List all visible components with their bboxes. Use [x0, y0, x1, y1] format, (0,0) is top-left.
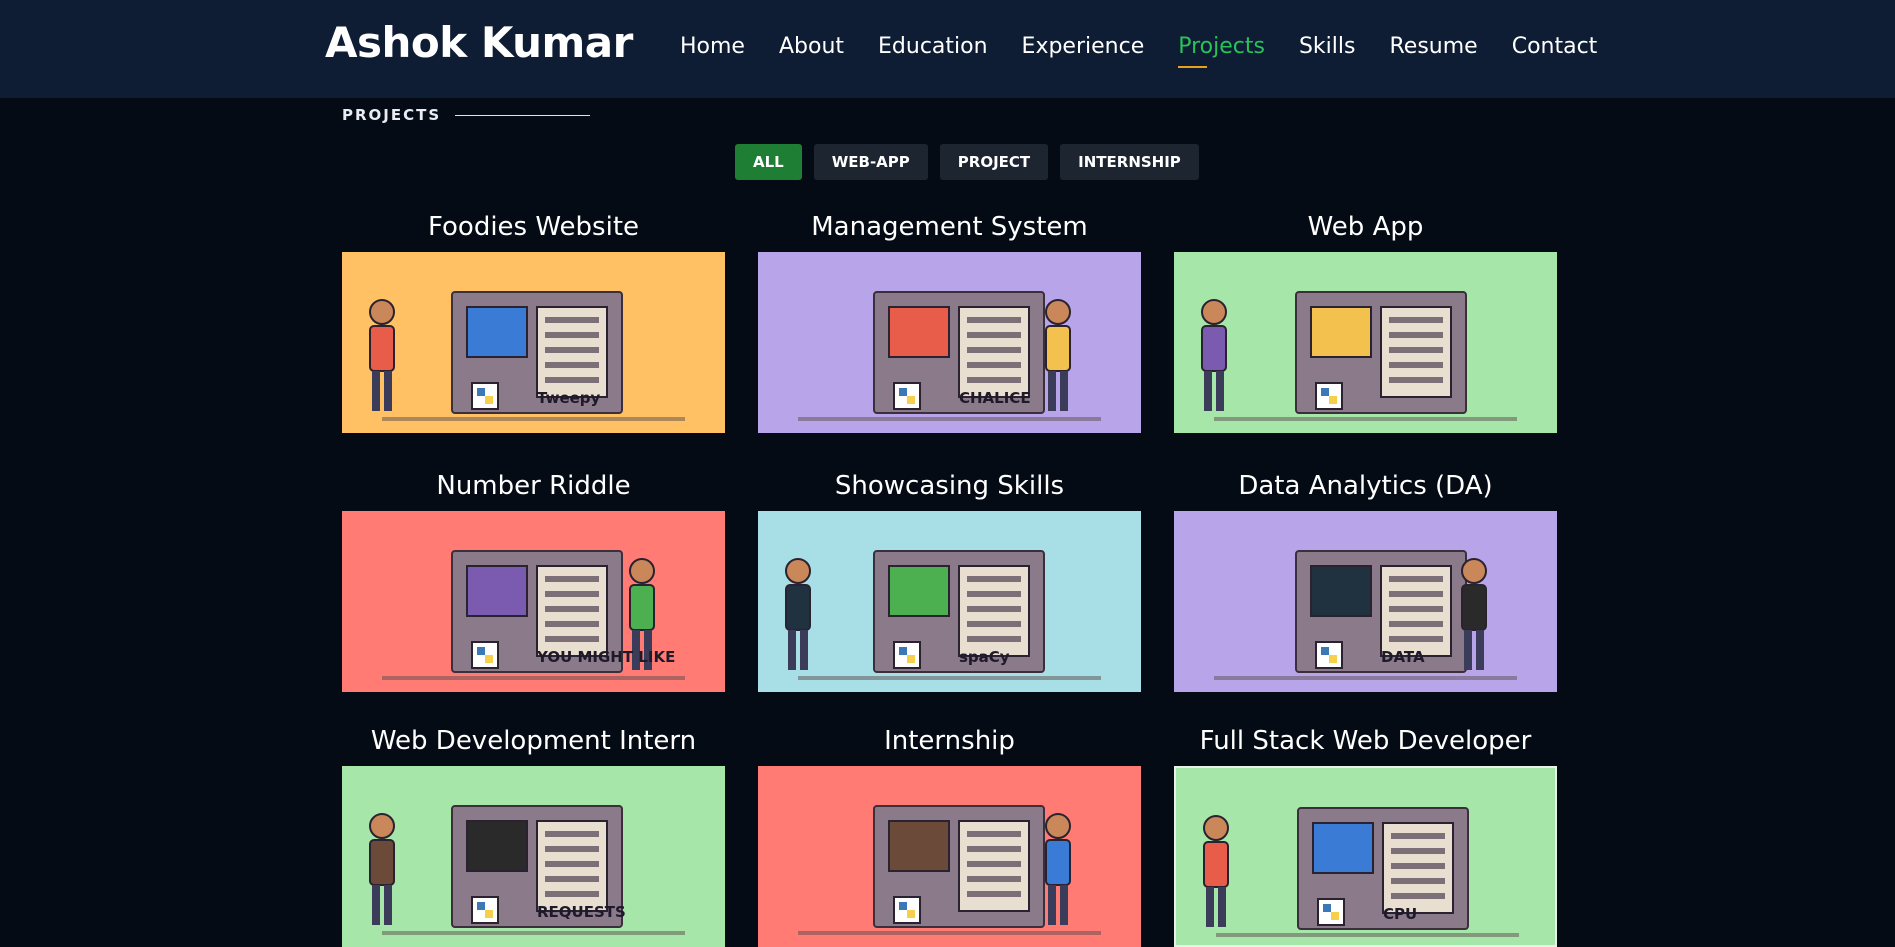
project-title: Foodies Website	[427, 212, 640, 242]
nav-home[interactable]: Home	[680, 34, 745, 59]
project-card[interactable]: Internship	[758, 722, 1141, 947]
site-logo[interactable]: Ashok Kumar	[325, 18, 633, 67]
project-title: Management System	[811, 212, 1088, 242]
svg-text:DATA: DATA	[1381, 648, 1425, 666]
section-title-text: PROJECTS	[342, 106, 442, 124]
bird-robot-illustration[interactable]: Tweepy	[342, 252, 725, 433]
filter-internship[interactable]: INTERNSHIP	[1060, 144, 1199, 180]
project-card[interactable]: Data Analytics (DA) DATA	[1174, 467, 1557, 692]
filter-project[interactable]: PROJECT	[939, 144, 1049, 180]
nlp-robot-illustration[interactable]: spaCy	[758, 511, 1141, 692]
data-pipeline-illustration[interactable]: DATA	[1174, 511, 1557, 692]
svg-text:YOU MIGHT LIKE: YOU MIGHT LIKE	[536, 648, 675, 666]
project-title: Full Stack Web Developer	[1199, 726, 1532, 756]
project-title: Showcasing Skills	[834, 471, 1065, 501]
nav-contact[interactable]: Contact	[1512, 34, 1598, 59]
nav-about[interactable]: About	[779, 34, 844, 59]
project-title: Data Analytics (DA)	[1238, 471, 1493, 501]
project-card[interactable]: Number Riddle YOU MIGHT LIKE	[342, 467, 725, 692]
svg-text:CHALICE: CHALICE	[959, 389, 1031, 407]
svg-text:spaCy: spaCy	[959, 648, 1010, 666]
svg-text:CPU: CPU	[1383, 905, 1417, 923]
project-title: Number Riddle	[436, 471, 631, 501]
nav-education[interactable]: Education	[878, 34, 988, 59]
music-speaker-illustration[interactable]	[1174, 252, 1557, 433]
project-card[interactable]: Management System CHALICE	[758, 208, 1141, 433]
filter-web-app[interactable]: WEB-APP	[813, 144, 928, 180]
svg-text:Tweepy: Tweepy	[537, 389, 601, 407]
project-title: Internship	[884, 726, 1015, 756]
section-title-divider	[455, 114, 591, 116]
project-card[interactable]: Foodies Website Tweepy	[342, 208, 725, 433]
project-card[interactable]: Web Development Intern REQUESTS	[342, 722, 725, 947]
nav-projects[interactable]: Projects	[1178, 34, 1265, 68]
nav-experience[interactable]: Experience	[1022, 34, 1145, 59]
section-title: PROJECTS	[342, 106, 591, 124]
aws-lambda-illustration[interactable]: CHALICE	[758, 252, 1141, 436]
project-card[interactable]: Showcasing Skills spaCy	[758, 467, 1141, 692]
main-nav: Home About Education Experience Projects…	[680, 34, 1631, 68]
recommendation-machine-illustration[interactable]: YOU MIGHT LIKE	[342, 511, 725, 692]
project-title: Web Development Intern	[370, 726, 697, 756]
project-card[interactable]: Full Stack Web Developer CPU	[1174, 722, 1557, 947]
project-card[interactable]: Web App	[1174, 208, 1557, 433]
nav-skills[interactable]: Skills	[1299, 34, 1356, 59]
project-title: Web App	[1307, 212, 1424, 242]
site-header: Ashok Kumar Home About Education Experie…	[0, 0, 1895, 98]
nav-resume[interactable]: Resume	[1389, 34, 1477, 59]
project-filters: ALL WEB-APP PROJECT INTERNSHIP	[735, 144, 1211, 180]
filter-all[interactable]: ALL	[735, 144, 802, 180]
svg-text:REQUESTS: REQUESTS	[537, 903, 626, 921]
